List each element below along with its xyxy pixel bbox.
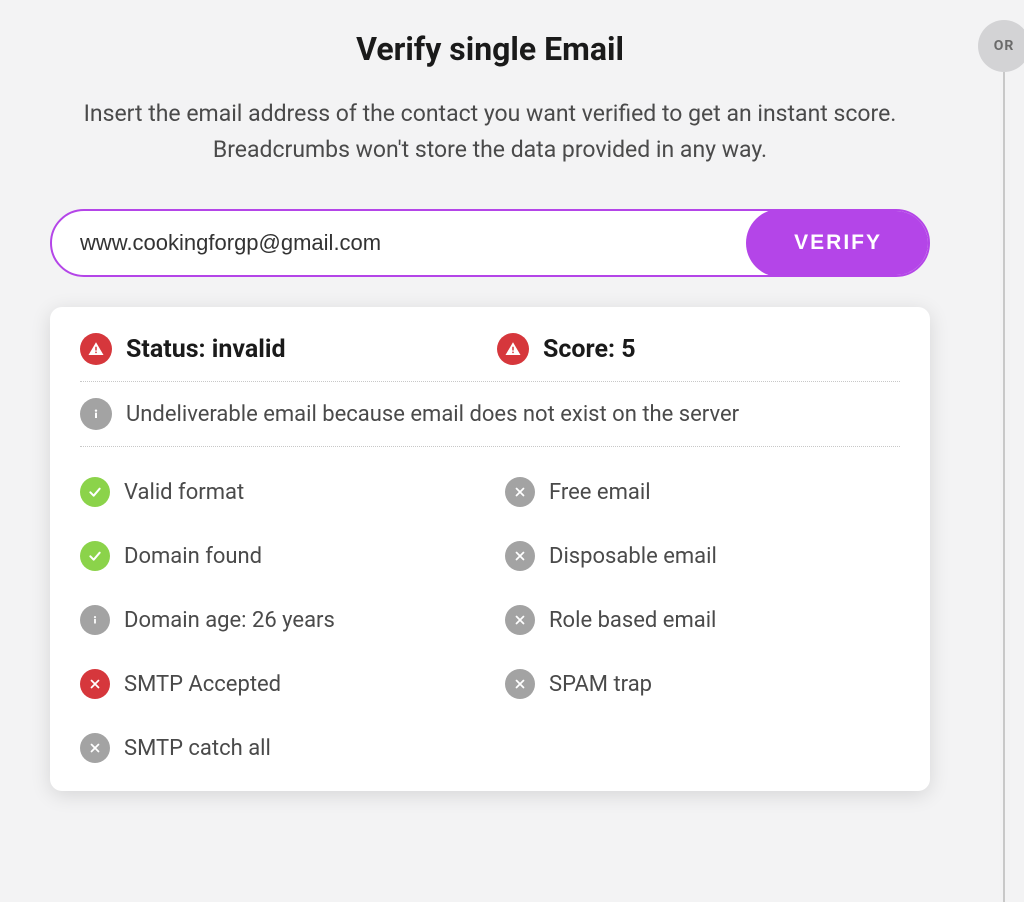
info-icon bbox=[80, 605, 110, 635]
check-label: SPAM trap bbox=[549, 672, 652, 697]
check-icon bbox=[80, 541, 110, 571]
check-domain-found: Domain found bbox=[80, 541, 475, 571]
check-role-based: Role based email bbox=[505, 605, 900, 635]
score-label: Score: 5 bbox=[543, 335, 636, 364]
check-label: Valid format bbox=[124, 480, 244, 505]
reason-row: Undeliverable email because email does n… bbox=[80, 382, 900, 447]
check-label: Disposable email bbox=[549, 544, 717, 569]
check-label: Role based email bbox=[549, 608, 716, 633]
check-label: Domain found bbox=[124, 544, 262, 569]
result-card: Status: invalid Score: 5 bbox=[50, 307, 930, 791]
check-label: SMTP catch all bbox=[124, 736, 271, 761]
cross-icon bbox=[80, 733, 110, 763]
check-label: SMTP Accepted bbox=[124, 672, 281, 697]
info-icon bbox=[80, 398, 112, 430]
cross-icon bbox=[505, 669, 535, 699]
checks-grid: Valid format Free email Domain found Dis… bbox=[80, 447, 900, 763]
page-title: Verify single Email bbox=[50, 30, 930, 68]
check-valid-format: Valid format bbox=[80, 477, 475, 507]
reason-text: Undeliverable email because email does n… bbox=[126, 402, 739, 427]
status-row: Status: invalid Score: 5 bbox=[80, 333, 900, 382]
status-label: Status: invalid bbox=[126, 335, 286, 364]
email-input[interactable] bbox=[52, 211, 746, 275]
check-free-email: Free email bbox=[505, 477, 900, 507]
cross-icon bbox=[505, 605, 535, 635]
check-label: Free email bbox=[549, 480, 651, 505]
status-cell: Status: invalid bbox=[80, 333, 483, 365]
check-smtp-catch-all: SMTP catch all bbox=[80, 733, 475, 763]
cross-icon bbox=[505, 477, 535, 507]
check-icon bbox=[80, 477, 110, 507]
vertical-divider bbox=[1003, 72, 1005, 902]
check-disposable-email: Disposable email bbox=[505, 541, 900, 571]
warning-icon bbox=[497, 333, 529, 365]
check-domain-age: Domain age: 26 years bbox=[80, 605, 475, 635]
check-smtp-accepted: SMTP Accepted bbox=[80, 669, 475, 699]
page-description: Insert the email address of the contact … bbox=[50, 96, 930, 167]
check-label: Domain age: 26 years bbox=[124, 608, 335, 633]
verify-button[interactable]: VERIFY bbox=[746, 209, 930, 277]
check-spam-trap: SPAM trap bbox=[505, 669, 900, 699]
or-badge: OR bbox=[978, 20, 1024, 72]
warning-icon bbox=[80, 333, 112, 365]
score-cell: Score: 5 bbox=[497, 333, 900, 365]
email-verify-form: VERIFY bbox=[50, 209, 930, 277]
cross-icon bbox=[505, 541, 535, 571]
cross-icon bbox=[80, 669, 110, 699]
